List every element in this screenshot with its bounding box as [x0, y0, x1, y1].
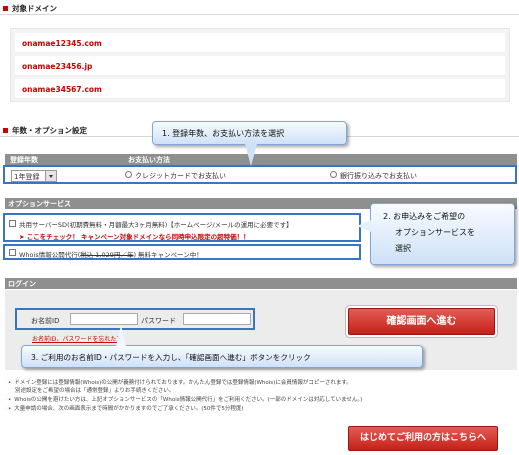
confirm-button[interactable]: 確認画面へ進む — [348, 308, 495, 335]
whois-label: Whois情報公開代行(税込 1,029円／年) 無料キャンペーン中！ — [19, 249, 203, 259]
id-label: お名前ID — [31, 317, 60, 325]
callout-step3-text: 3. ご利用のお名前ID・パスワードを入力し、「確認画面へ進む」ボタンをクリック — [31, 353, 311, 362]
note-text: Whoisの公開を避けたい方は、上記オプションサービスの「Whois情報公開代行… — [14, 397, 363, 403]
red-square-icon — [3, 128, 8, 133]
note-line: • 大量申請の場合、次の画面表示まで時間がかかりますのでご了承ください。(50件で… — [8, 404, 244, 412]
domain-row: onamae34567.com — [15, 79, 505, 99]
bullet-icon: • — [8, 397, 12, 403]
note-text: 別途設定をご希望の場合は「通常登録」よりお手続きください。 — [15, 388, 175, 394]
domain-name: onamae23456.jp — [22, 62, 93, 71]
option-service-header-text: オプションサービス — [8, 200, 71, 208]
domain-name: onamae12345.com — [22, 39, 102, 48]
shared-server-label: 共用サーバーSD(初期費無料・月額最大3ヶ月無料)【ホームページ/メールの運用に… — [19, 221, 293, 229]
domain-name: onamae34567.com — [22, 85, 102, 94]
callout-step2-line1: 2. お申込みをご希望の — [383, 212, 466, 221]
password-label: パスワード — [141, 317, 176, 325]
period-payment-row: 1年登録 クレジットカードでお支払い 銀行振り込みでお支払い — [3, 165, 517, 184]
bullet-icon: • — [8, 406, 12, 412]
domain-list: onamae12345.com onamae23456.jp onamae345… — [10, 28, 510, 102]
campaign-note-text: ここをチェック！ キャンペーン対象ドメインなら同時申込限定の超特価！！ — [26, 233, 250, 241]
option-shared-server-box: 共用サーバーSD(初期費無料・月額最大3ヶ月無料)【ホームページ/メールの運用に… — [3, 213, 361, 242]
callout-step1-text: 1. 登録年数、お支払い方法を選択 — [162, 129, 285, 138]
payment-bank-radio[interactable] — [330, 171, 337, 178]
period-table-header: 登録年数 お支払い方法 — [5, 154, 517, 165]
red-square-icon — [3, 6, 8, 11]
note-line: 別途設定をご希望の場合は「通常登録」よりお手続きください。 — [15, 386, 174, 394]
callout-step2-line3: 選択 — [395, 244, 411, 253]
callout-step2-line2: オプションサービスを — [395, 228, 475, 237]
col-payment-label: お支払い方法 — [128, 156, 170, 164]
login-fields-frame: お名前ID パスワード — [15, 308, 255, 330]
chevron-down-icon — [45, 171, 56, 181]
id-input[interactable] — [70, 313, 138, 325]
period-select-value: 1年登録 — [14, 173, 40, 181]
callout-step3: 3. ご利用のお名前ID・パスワードを入力し、「確認画面へ進む」ボタンをクリック — [21, 345, 423, 368]
confirm-button-label: 確認画面へ進む — [386, 316, 457, 327]
period-select[interactable]: 1年登録 — [11, 170, 57, 182]
target-domain-title: 対象ドメイン — [3, 3, 57, 14]
forgot-id-link[interactable]: お名前ID、パスワードを忘れた方 — [32, 334, 122, 343]
note-line: • Whoisの公開を避けたい方は、上記オプションサービスの「Whois情報公開代… — [8, 395, 362, 403]
payment-credit-radio[interactable] — [125, 171, 132, 178]
period-option-title-text: 年数・オプション設定 — [12, 126, 87, 135]
target-domain-title-text: 対象ドメイン — [12, 4, 57, 13]
payment-credit-label: クレジットカードでお支払い — [135, 172, 226, 180]
whois-price: 税込 1,029円／年 — [80, 251, 134, 259]
login-header-text: ログイン — [8, 280, 36, 288]
first-time-button[interactable]: はじめてご利用の方はこちらへ — [348, 426, 498, 451]
password-input[interactable] — [183, 313, 251, 325]
whois-label-suffix: ) 無料キャンペーン中！ — [133, 251, 203, 259]
whois-checkbox[interactable] — [9, 249, 16, 256]
callout-step3-tail — [116, 325, 126, 346]
callout-step1-tail — [245, 144, 257, 166]
note-text: 大量申請の場合、次の画面表示まで時間がかかりますのでご了承ください。(50件で5… — [14, 406, 244, 412]
callout-step2-tail — [357, 220, 371, 232]
payment-bank-label: 銀行振り込みでお支払い — [340, 172, 417, 180]
shared-server-checkbox[interactable] — [9, 220, 16, 227]
col-period-label: 登録年数 — [10, 156, 38, 164]
bullet-icon: • — [8, 380, 12, 386]
login-header: ログイン — [5, 278, 517, 289]
divider — [0, 14, 519, 15]
callout-step1: 1. 登録年数、お支払い方法を選択 — [152, 121, 347, 145]
callout-step2: 2. お申込みをご希望の オプションサービスを 選択 — [370, 203, 515, 265]
domain-row: onamae23456.jp — [15, 56, 505, 76]
period-option-title: 年数・オプション設定 — [3, 125, 87, 136]
first-time-button-label: はじめてご利用の方はこちらへ — [359, 433, 486, 443]
domain-row: onamae12345.com — [15, 33, 505, 53]
option-whois-box: Whois情報公開代行(税込 1,029円／年) 無料キャンペーン中！ — [3, 244, 361, 260]
campaign-note-arrow-icon: ➤ — [19, 233, 27, 241]
note-line: • ドメイン登録には登録情報(Whois)の公開が義務付けられております。かんたん… — [8, 378, 352, 386]
whois-label-prefix: Whois情報公開代行( — [19, 251, 81, 259]
campaign-note: ➤ ここをチェック！ キャンペーン対象ドメインなら同時申込限定の超特価！！ — [19, 231, 250, 241]
